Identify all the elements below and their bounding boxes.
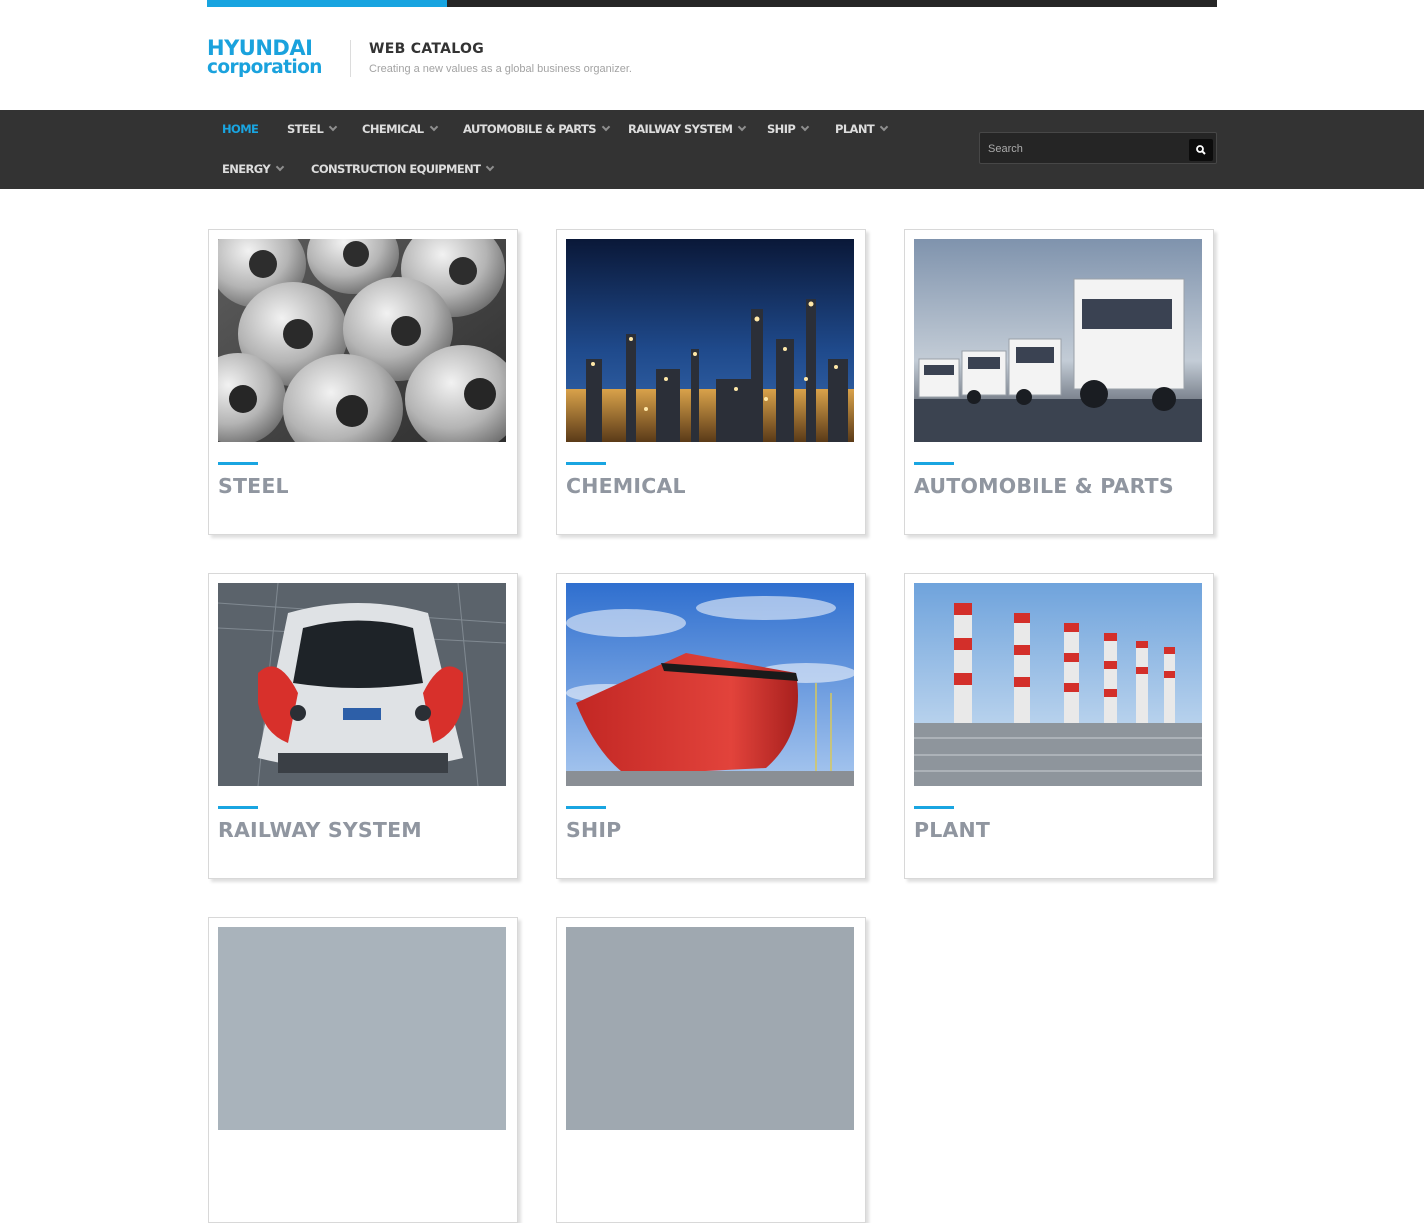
- page-title: WEB CATALOG: [369, 41, 484, 57]
- nav-label: ENERGY: [222, 162, 271, 176]
- nav-item-railway-system[interactable]: RAILWAY SYSTEM: [628, 121, 747, 137]
- category-label: RAILWAY SYSTEM: [218, 818, 422, 842]
- search-box: [979, 132, 1217, 164]
- category-card-ship[interactable]: SHIP: [556, 573, 866, 879]
- nav-label: PLANT: [835, 122, 875, 136]
- card-accent-rule: [218, 462, 258, 465]
- category-image-partial: [566, 927, 854, 1130]
- category-label: CHEMICAL: [566, 474, 686, 498]
- card-accent-rule: [914, 462, 954, 465]
- top-accent-highlight: [207, 0, 447, 7]
- card-accent-rule: [566, 462, 606, 465]
- nav-item-construction-equipment[interactable]: CONSTRUCTION EQUIPMENT: [311, 161, 495, 177]
- chevron-down-icon: [800, 122, 810, 132]
- card-accent-rule: [914, 806, 954, 809]
- search-button[interactable]: [1189, 139, 1213, 161]
- nav-item-home[interactable]: HOME: [222, 121, 259, 137]
- card-accent-rule: [218, 806, 258, 809]
- search-icon: [1196, 145, 1206, 155]
- trucks-image: [914, 239, 1202, 442]
- nav-label: HOME: [222, 122, 259, 136]
- logo-line-2: corporation: [207, 57, 322, 78]
- nav-item-energy[interactable]: ENERGY: [222, 161, 285, 177]
- steel-coils-image: [218, 239, 506, 442]
- category-card-partial[interactable]: [556, 917, 866, 1223]
- search-input[interactable]: [988, 139, 1178, 159]
- ship-hull-image: [566, 583, 854, 786]
- category-label: AUTOMOBILE & PARTS: [914, 474, 1174, 498]
- category-label: PLANT: [914, 818, 991, 842]
- category-card-steel[interactable]: STEEL: [208, 229, 518, 535]
- nav-label: SHIP: [767, 122, 796, 136]
- nav-item-ship[interactable]: SHIP: [767, 121, 810, 137]
- logo-line-1: HYUNDAI: [207, 36, 313, 60]
- nav-label: STEEL: [287, 122, 324, 136]
- chevron-down-icon: [738, 122, 747, 132]
- nav-label: CONSTRUCTION EQUIPMENT: [311, 162, 481, 176]
- category-label: STEEL: [218, 474, 289, 498]
- nav-label: RAILWAY SYSTEM: [628, 122, 733, 136]
- card-accent-rule: [566, 806, 606, 809]
- power-plant-chimneys-image: [914, 583, 1202, 786]
- category-label: SHIP: [566, 818, 622, 842]
- nav-item-chemical[interactable]: CHEMICAL: [362, 121, 438, 137]
- nav-label: CHEMICAL: [362, 122, 424, 136]
- nav-item-steel[interactable]: STEEL: [287, 121, 338, 137]
- category-card-partial[interactable]: [208, 917, 518, 1223]
- category-card-plant[interactable]: PLANT: [904, 573, 1214, 879]
- chevron-down-icon: [429, 122, 438, 132]
- hyundai-corporation-logo[interactable]: HYUNDAI corporation: [207, 36, 332, 78]
- chevron-down-icon: [879, 122, 889, 132]
- category-image-partial: [218, 927, 506, 1130]
- train-image: [218, 583, 506, 786]
- nav-item-automobile-parts[interactable]: AUTOMOBILE & PARTS: [463, 121, 611, 137]
- category-card-automobile-parts[interactable]: AUTOMOBILE & PARTS: [904, 229, 1214, 535]
- chevron-down-icon: [328, 122, 338, 132]
- chevron-down-icon: [275, 162, 285, 172]
- header-divider: [350, 40, 351, 77]
- category-card-railway-system[interactable]: RAILWAY SYSTEM: [208, 573, 518, 879]
- top-accent-bar: [207, 0, 1217, 7]
- nav-label: AUTOMOBILE & PARTS: [463, 122, 597, 136]
- category-card-chemical[interactable]: CHEMICAL: [556, 229, 866, 535]
- chevron-down-icon: [601, 122, 611, 132]
- page-subtitle: Creating a new values as a global busine…: [369, 63, 632, 75]
- chevron-down-icon: [486, 162, 495, 172]
- chemical-plant-night-image: [566, 239, 854, 442]
- nav-item-plant[interactable]: PLANT: [835, 121, 889, 137]
